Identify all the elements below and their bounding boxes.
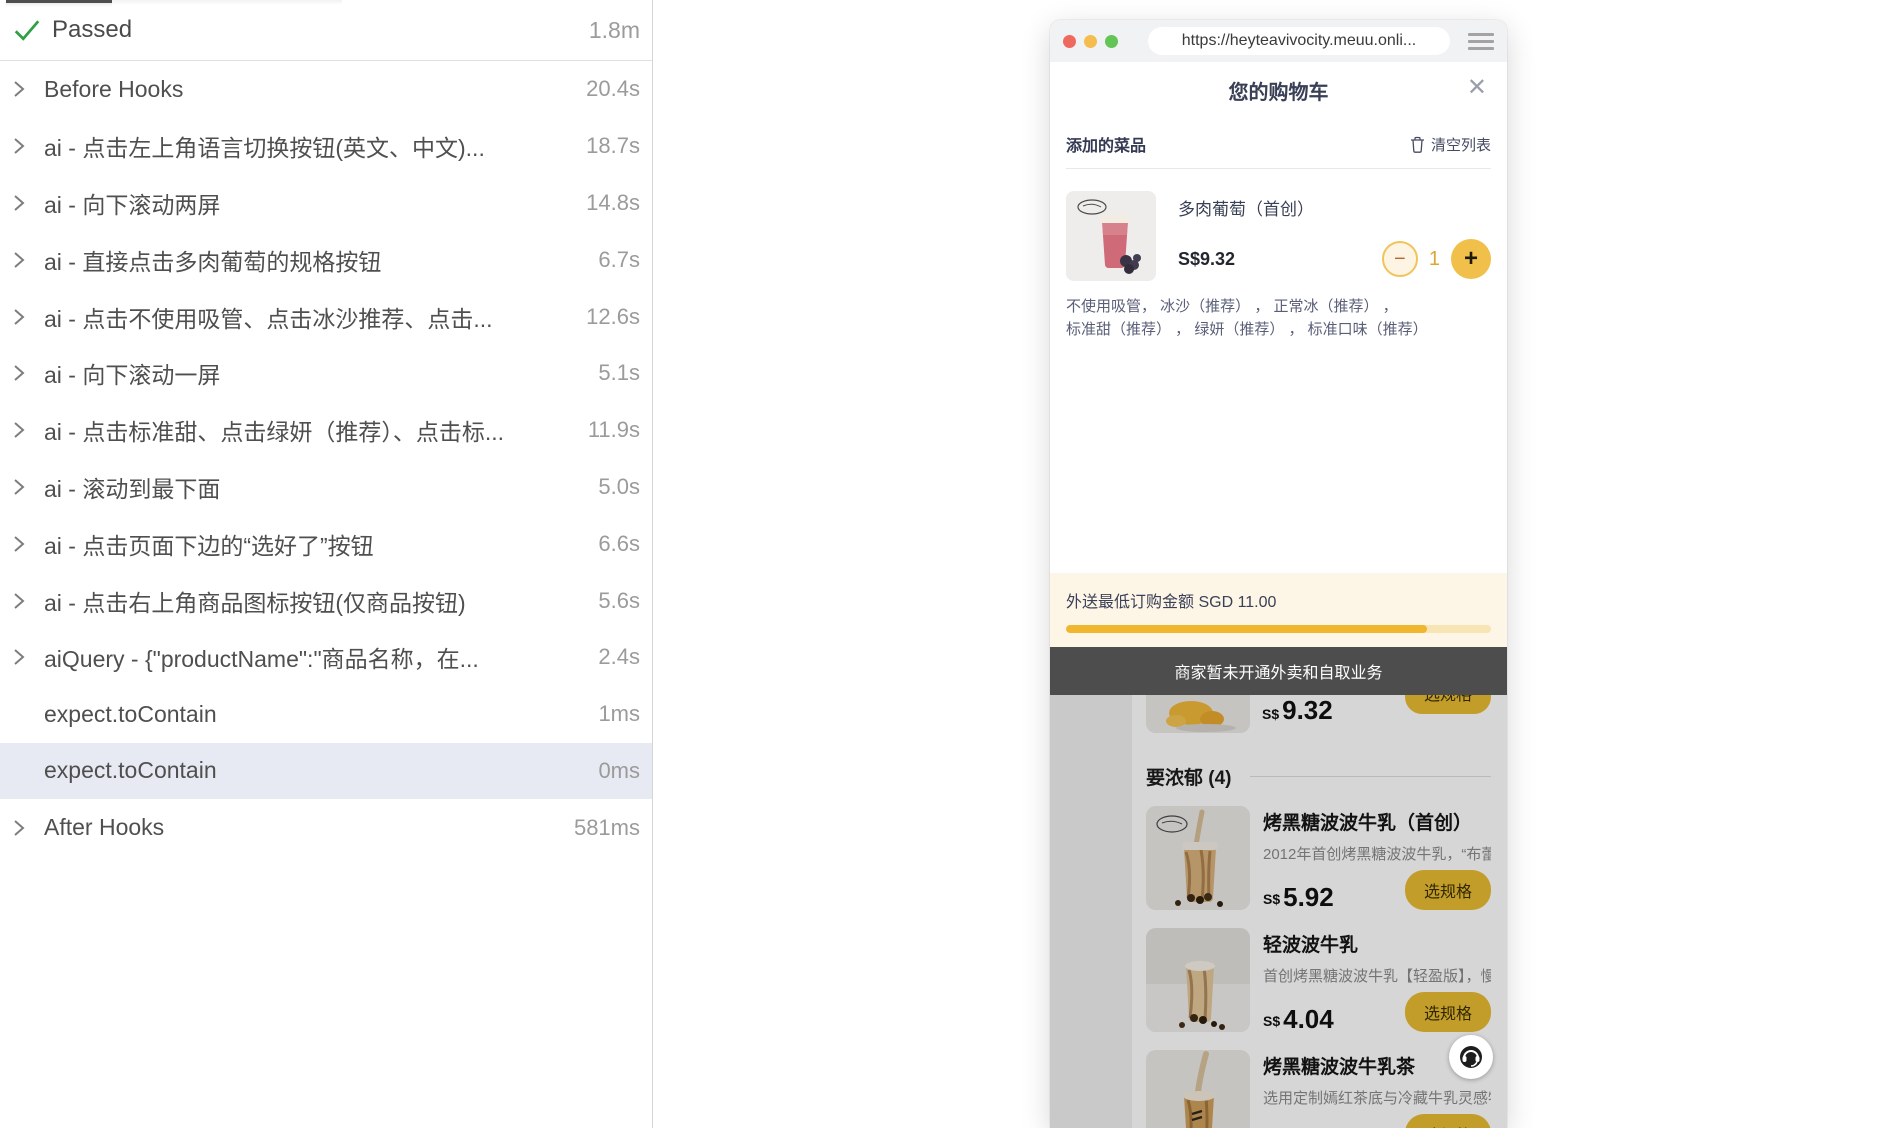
step-after-hooks[interactable]: After Hooks 581ms [0, 799, 652, 856]
test-status-label: Passed [52, 16, 577, 44]
headset-icon [1458, 1044, 1484, 1070]
step-before-hooks[interactable]: Before Hooks 20.4s [0, 61, 652, 118]
step-ai-scroll-two-screens[interactable]: ai - 向下滚动两屏 14.8s [0, 175, 652, 232]
url-bar[interactable]: https://heyteavivocity.meuu.onli... [1148, 27, 1450, 55]
chevron-right-icon[interactable] [12, 308, 44, 326]
order-progress-track [1066, 625, 1491, 633]
step-ai-click-done-button[interactable]: ai - 点击页面下边的“选好了”按钮 6.6s [0, 515, 652, 572]
clear-cart-button[interactable]: 清空列表 [1410, 134, 1491, 155]
quantity-increase-button[interactable]: + [1451, 239, 1491, 279]
modal-dim-overlay [1050, 695, 1507, 1128]
browser-preview-window: https://heyteavivocity.meuu.onli... 您的购物… [1050, 20, 1507, 1128]
traffic-light-minimize[interactable] [1084, 35, 1097, 48]
order-progress-fill [1066, 625, 1427, 633]
quantity-value: 1 [1429, 248, 1440, 271]
step-ai-scroll-to-bottom[interactable]: ai - 滚动到最下面 5.0s [0, 459, 652, 516]
chevron-right-icon[interactable] [12, 194, 44, 212]
cart-header: 您的购物车 ✕ [1050, 62, 1507, 118]
test-total-duration: 1.8m [589, 17, 640, 44]
chevron-right-icon[interactable] [12, 80, 44, 98]
step-ai-click-standard-sweet[interactable]: ai - 点击标准甜、点击绿妍（推荐）、点击标... 11.9s [0, 402, 652, 459]
customer-service-button[interactable] [1449, 1035, 1493, 1079]
chevron-right-icon[interactable] [12, 421, 44, 439]
test-summary-row[interactable]: Passed 1.8m [0, 0, 652, 61]
chevron-right-icon[interactable] [12, 251, 44, 269]
chevron-right-icon[interactable] [12, 535, 44, 553]
chevron-right-icon[interactable] [12, 648, 44, 666]
cart-title: 您的购物车 [1229, 76, 1329, 105]
step-expect-tocontain-1[interactable]: expect.toContain 1ms [0, 686, 652, 743]
cart-items-section-header: 添加的菜品 清空列表 [1050, 118, 1507, 168]
store-closed-banner: 商家暂未开通外卖和自取业务 [1050, 647, 1507, 695]
step-ai-language-switch[interactable]: ai - 点击左上角语言切换按钮(英文、中文)... 18.7s [0, 118, 652, 175]
tab-indicator [6, 0, 112, 7]
chevron-right-icon[interactable] [12, 364, 44, 382]
browser-chrome-bar: https://heyteavivocity.meuu.onli... [1050, 20, 1507, 62]
step-ai-click-spec-button[interactable]: ai - 直接点击多肉葡萄的规格按钮 6.7s [0, 231, 652, 288]
minimum-order-section: 外送最低订购金额 SGD 11.00 [1050, 573, 1507, 647]
chevron-right-icon[interactable] [12, 592, 44, 610]
step-expect-tocontain-2-selected[interactable]: expect.toContain 0ms [0, 743, 652, 800]
cart-item-price: S$9.32 [1178, 249, 1235, 270]
menu-page-background: S$9.32 选规格 要浓郁 (4) [1050, 695, 1507, 1128]
trash-icon [1410, 136, 1425, 153]
cart-item-options: 不使用吸管， 冰沙（推荐） ， 正常冰（推荐） ， 标准甜（推荐） ， 绿妍（推… [1050, 281, 1507, 341]
minimum-order-text: 外送最低订购金额 SGD 11.00 [1066, 588, 1491, 612]
cart-item-image-grape-drink [1066, 191, 1156, 281]
panel-top-line [112, 0, 342, 5]
cart-item: 多肉葡萄（首创） S$9.32 − 1 + [1050, 169, 1507, 281]
cart-item-name: 多肉葡萄（首创） [1178, 195, 1491, 220]
step-ai-click-no-straw[interactable]: ai - 点击不使用吸管、点击冰沙推荐、点击... 12.6s [0, 288, 652, 345]
traffic-light-close[interactable] [1063, 35, 1076, 48]
chevron-right-icon[interactable] [12, 819, 44, 837]
passed-check-icon [12, 15, 42, 45]
test-report-panel: Passed 1.8m Before Hooks 20.4s ai - 点击左上… [0, 0, 653, 1128]
chevron-right-icon[interactable] [12, 137, 44, 155]
added-items-label: 添加的菜品 [1066, 132, 1146, 156]
chevron-right-icon[interactable] [12, 478, 44, 496]
close-icon[interactable]: ✕ [1467, 76, 1487, 100]
step-aiquery-productname[interactable]: aiQuery - {"productName":"商品名称，在... 2.4s [0, 629, 652, 686]
traffic-light-zoom[interactable] [1105, 35, 1118, 48]
step-ai-scroll-one-screen[interactable]: ai - 向下滚动一屏 5.1s [0, 345, 652, 402]
quantity-decrease-button[interactable]: − [1382, 241, 1418, 277]
step-ai-click-product-icon[interactable]: ai - 点击右上角商品图标按钮(仅商品按钮) 5.6s [0, 572, 652, 629]
hamburger-menu-icon[interactable] [1468, 33, 1494, 50]
